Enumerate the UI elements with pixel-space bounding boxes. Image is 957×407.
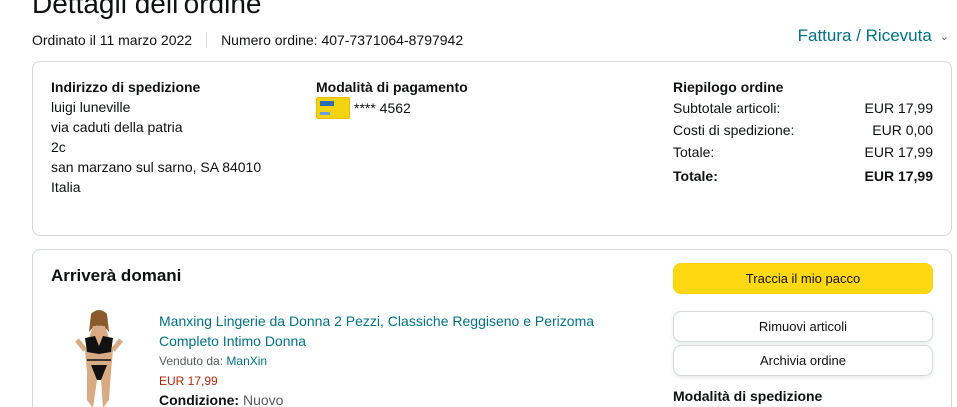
chevron-down-icon: ⌄ <box>939 30 949 43</box>
recap-value: EUR 17,99 <box>864 144 933 160</box>
archive-order-button[interactable]: Archivia ordine <box>673 345 933 376</box>
product-image[interactable] <box>63 310 139 407</box>
remove-items-button[interactable]: Rimuovi articoli <box>673 311 933 342</box>
invoice-label: Fattura / Ricevuta <box>797 26 932 45</box>
shipping-mode-title: Modalità di spedizione <box>673 388 823 404</box>
address-line: via caduti della patria <box>51 119 183 135</box>
card-number: **** 4562 <box>354 100 411 116</box>
order-summary-card: Indirizzo di spedizione luigi luneville … <box>32 61 952 236</box>
shipping-address: Indirizzo di spedizione luigi luneville … <box>51 77 261 197</box>
address-line: luigi luneville <box>51 99 131 115</box>
condition-value: Nuovo <box>243 392 284 407</box>
recap-row: Subtotale articoli: EUR 17,99 <box>673 97 933 119</box>
recap-label: Subtotale articoli: <box>673 100 781 116</box>
order-recap-title: Riepilogo ordine <box>673 79 784 95</box>
recap-label: Totale: <box>673 144 715 160</box>
card-row: **** 4562 <box>316 97 468 119</box>
payment-method: Modalità di pagamento **** 4562 <box>316 77 468 119</box>
product-title-link[interactable]: Manxing Lingerie da Donna 2 Pezzi, Class… <box>159 311 619 351</box>
sold-by: Venduto da: ManXin <box>159 352 619 370</box>
order-recap: Riepilogo ordine Subtotale articoli: EUR… <box>673 77 933 187</box>
recap-value: EUR 0,00 <box>872 122 933 138</box>
grand-total-label: Totale: <box>673 168 718 184</box>
recap-row: Totale: EUR 17,99 <box>673 141 933 163</box>
delivery-status: Arriverà domani <box>51 266 182 285</box>
address-line: san marzano sul sarno, SA 84010 <box>51 159 262 175</box>
order-date: Ordinato il 11 marzo 2022 <box>32 32 193 48</box>
recap-label: Costi di spedizione: <box>673 122 795 138</box>
product-price: EUR 17,99 <box>159 374 218 388</box>
order-number: Numero ordine: 407-7371064-8797942 <box>221 32 464 48</box>
seller-link[interactable]: ManXin <box>226 354 267 368</box>
track-package-button[interactable]: Traccia il mio pacco <box>673 263 933 294</box>
invoice-dropdown[interactable]: Fattura / Ricevuta ⌄ <box>798 26 949 46</box>
address-line: 2c <box>51 139 66 155</box>
shipping-address-title: Indirizzo di spedizione <box>51 79 201 95</box>
payment-method-title: Modalità di pagamento <box>316 79 468 95</box>
meta-divider <box>206 32 208 48</box>
order-meta: Ordinato il 11 marzo 2022 Numero ordine:… <box>32 31 463 49</box>
product-condition: Condizione: Nuovo <box>159 390 619 407</box>
grand-total-value: EUR 17,99 <box>864 168 933 184</box>
credit-card-icon <box>316 97 350 119</box>
page-title: Dettagli dell'ordine <box>32 0 262 19</box>
recap-row: Costi di spedizione: EUR 0,00 <box>673 119 933 141</box>
recap-grand-total: Totale: EUR 17,99 <box>673 165 933 187</box>
shipment-card: Arriverà domani Manxing Lingerie da Donn… <box>32 249 952 407</box>
condition-label: Condizione: <box>159 392 240 407</box>
sold-by-label: Venduto da: <box>159 354 224 368</box>
product-info: Manxing Lingerie da Donna 2 Pezzi, Class… <box>159 311 619 407</box>
address-line: Italia <box>51 179 81 195</box>
recap-value: EUR 17,99 <box>864 100 933 116</box>
